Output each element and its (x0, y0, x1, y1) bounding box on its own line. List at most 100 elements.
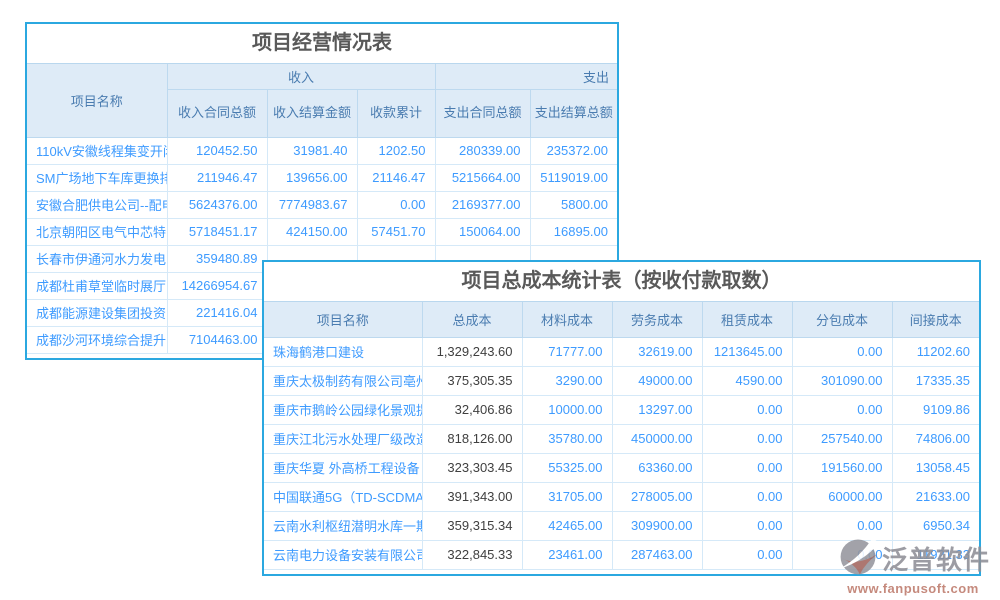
value-cell: 3290.00 (522, 366, 612, 395)
value-cell: 257540.00 (792, 424, 892, 453)
value-cell: 71777.00 (522, 337, 612, 366)
value-cell: 0.00 (702, 482, 792, 511)
column-header: 分包成本 (792, 302, 892, 337)
project-name-cell: 成都沙河环境综合提升 (27, 326, 167, 353)
value-cell: 32,406.86 (422, 395, 522, 424)
project-name-cell: 成都能源建设集团投资 (27, 299, 167, 326)
project-name-cell: 110kV安徽线程集变开闭 (27, 137, 167, 164)
table1-income-group-header: 收入 (167, 64, 435, 89)
table-row[interactable]: SM广场地下车库更换排211946.47139656.0021146.47521… (27, 164, 617, 191)
project-name-cell: 安徽合肥供电公司--配电 (27, 191, 167, 218)
value-cell: 21633.00 (892, 482, 979, 511)
value-cell: 74806.00 (892, 424, 979, 453)
value-cell: 10000.00 (522, 395, 612, 424)
project-name-cell: 重庆华夏 外高桥工程设备 (264, 453, 422, 482)
project-total-cost-table: 项目名称 总成本 材料成本 劳务成本 租赁成本 分包成本 间接成本 珠海鹤港口建… (264, 302, 979, 570)
value-cell: 301090.00 (792, 366, 892, 395)
project-name-cell: 长春市伊通河水力发电 (27, 245, 167, 272)
value-cell: 14266954.67 (167, 272, 267, 299)
project-name-cell: 重庆江北污水处理厂级改造 (264, 424, 422, 453)
value-cell: 287463.00 (612, 540, 702, 569)
value-cell: 139656.00 (267, 164, 357, 191)
table1-expense-group-header: 支出 (435, 64, 617, 89)
value-cell: 63360.00 (612, 453, 702, 482)
table2-title: 项目总成本统计表（按收付款取数） (264, 262, 979, 302)
value-cell: 450000.00 (612, 424, 702, 453)
value-cell: 42465.00 (522, 511, 612, 540)
value-cell: 359,315.34 (422, 511, 522, 540)
value-cell: 1202.50 (357, 137, 435, 164)
value-cell: 49000.00 (612, 366, 702, 395)
column-header: 间接成本 (892, 302, 979, 337)
value-cell: 150064.00 (435, 218, 530, 245)
value-cell: 55325.00 (522, 453, 612, 482)
table-row[interactable]: 110kV安徽线程集变开闭120452.5031981.401202.50280… (27, 137, 617, 164)
table-row[interactable]: 重庆江北污水处理厂级改造818,126.0035780.00450000.000… (264, 424, 979, 453)
value-cell: 13297.00 (612, 395, 702, 424)
value-cell: 391,343.00 (422, 482, 522, 511)
value-cell: 0.00 (357, 191, 435, 218)
table-row[interactable]: 中国联通5G（TD-SCDMA391,343.0031705.00278005.… (264, 482, 979, 511)
value-cell: 359480.89 (167, 245, 267, 272)
value-cell: 7104463.00 (167, 326, 267, 353)
project-name-cell: SM广场地下车库更换排 (27, 164, 167, 191)
column-header: 租赁成本 (702, 302, 792, 337)
value-cell: 31981.40 (267, 137, 357, 164)
project-name-cell: 中国联通5G（TD-SCDMA (264, 482, 422, 511)
value-cell: 211946.47 (167, 164, 267, 191)
table-row[interactable]: 珠海鹤港口建设1,329,243.6071777.0032619.0012136… (264, 337, 979, 366)
table-row[interactable]: 重庆太极制药有限公司亳州375,305.353290.0049000.00459… (264, 366, 979, 395)
table2-name-header: 项目名称 (264, 302, 422, 337)
value-cell: 280339.00 (435, 137, 530, 164)
value-cell: 235372.00 (530, 137, 617, 164)
project-name-cell: 云南电力设备安装有限公司 (264, 540, 422, 569)
table-row[interactable]: 安徽合肥供电公司--配电5624376.007774983.670.002169… (27, 191, 617, 218)
project-name-cell: 重庆市鹅岭公园绿化景观提 (264, 395, 422, 424)
value-cell: 23461.00 (522, 540, 612, 569)
value-cell: 7774983.67 (267, 191, 357, 218)
value-cell: 278005.00 (612, 482, 702, 511)
column-header: 支出合同总额 (435, 89, 530, 137)
value-cell: 0.00 (792, 395, 892, 424)
value-cell: 5624376.00 (167, 191, 267, 218)
column-header: 收款累计 (357, 89, 435, 137)
fanpu-watermark: 泛普软件 www.fanpusoft.com (836, 534, 990, 596)
table-row[interactable]: 重庆华夏 外高桥工程设备323,303.4555325.0063360.000.… (264, 453, 979, 482)
column-header: 材料成本 (522, 302, 612, 337)
table1-name-header: 项目名称 (27, 64, 167, 137)
value-cell: 21146.47 (357, 164, 435, 191)
fanpu-logo-icon (836, 534, 880, 583)
value-cell: 322,845.33 (422, 540, 522, 569)
value-cell: 11202.60 (892, 337, 979, 366)
value-cell: 1213645.00 (702, 337, 792, 366)
value-cell: 5718451.17 (167, 218, 267, 245)
column-header: 收入结算金额 (267, 89, 357, 137)
table-row[interactable]: 重庆市鹅岭公园绿化景观提32,406.8610000.0013297.00 0.0… (264, 395, 979, 424)
table1-title: 项目经营情况表 (27, 24, 617, 64)
value-cell: 309900.00 (612, 511, 702, 540)
value-cell: 0.00 (702, 453, 792, 482)
value-cell: 0.00 (792, 337, 892, 366)
value-cell: 0.00 (702, 511, 792, 540)
value-cell: 5215664.00 (435, 164, 530, 191)
column-header: 收入合同总额 (167, 89, 267, 137)
value-cell: 0.00 (702, 424, 792, 453)
value-cell: 13058.45 (892, 453, 979, 482)
column-header: 劳务成本 (612, 302, 702, 337)
column-header: 总成本 (422, 302, 522, 337)
value-cell: 375,305.35 (422, 366, 522, 395)
value-cell: 57451.70 (357, 218, 435, 245)
project-name-cell: 成都杜甫草堂临时展厅 (27, 272, 167, 299)
table-row[interactable]: 北京朝阳区电气中芯特5718451.17424150.0057451.70150… (27, 218, 617, 245)
table1-group-header-row: 项目名称 收入 支出 (27, 64, 617, 89)
value-cell: 4590.00 (702, 366, 792, 395)
column-header: 支出结算总额 (530, 89, 617, 137)
value-cell: 5800.00 (530, 191, 617, 218)
value-cell: 120452.50 (167, 137, 267, 164)
project-name-cell: 北京朝阳区电气中芯特 (27, 218, 167, 245)
value-cell: 0.00 (702, 540, 792, 569)
value-cell: 1,329,243.60 (422, 337, 522, 366)
value-cell: 32619.00 (612, 337, 702, 366)
project-name-cell: 珠海鹤港口建设 (264, 337, 422, 366)
project-name-cell: 云南水利枢纽潜明水库一期 (264, 511, 422, 540)
